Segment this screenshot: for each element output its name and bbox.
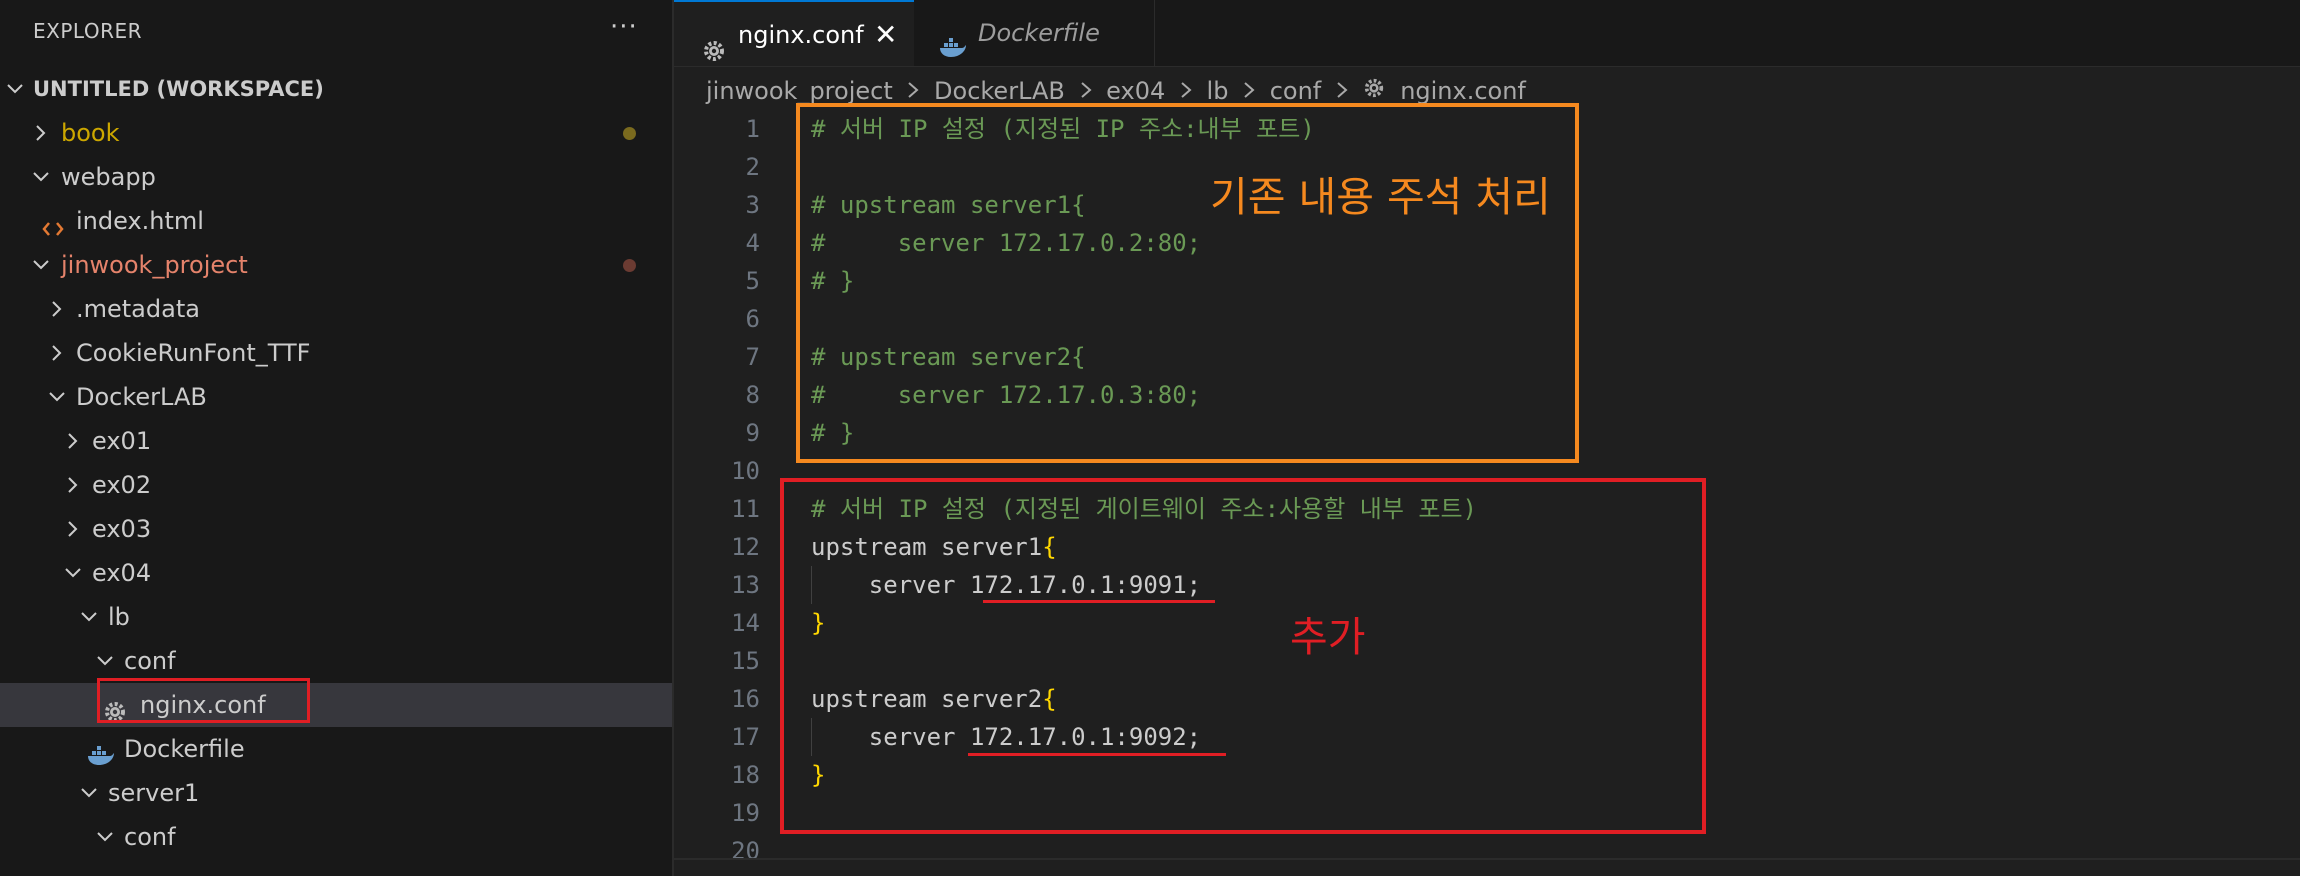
tree-item-label: Dockerfile xyxy=(124,735,245,763)
chevron-right-icon xyxy=(32,111,52,155)
tree-item[interactable]: book xyxy=(0,111,672,155)
line-number: 13 xyxy=(731,571,760,599)
underline-annotation xyxy=(983,600,1215,603)
annotation-added: 추가 xyxy=(1290,613,1366,661)
modified-dot xyxy=(623,259,636,272)
line-number: 10 xyxy=(731,457,760,485)
line-number: 19 xyxy=(731,799,760,827)
tab-label: nginx.conf xyxy=(738,21,864,49)
line-number: 20 xyxy=(731,837,760,865)
tree-item-label: lb xyxy=(108,603,130,631)
selected-file-highlight xyxy=(97,678,310,723)
tree-item-label: webapp xyxy=(61,163,156,191)
tree-item[interactable]: lb xyxy=(0,595,672,639)
docker-icon xyxy=(86,738,114,765)
explorer-sidebar: EXPLORER ··· UNTITLED (WORKSPACE) book we… xyxy=(0,0,674,876)
line-number: 17 xyxy=(731,723,760,751)
line-number: 5 xyxy=(745,267,760,295)
tree-item-label: server1 xyxy=(108,779,200,807)
explorer-title: EXPLORER xyxy=(33,19,142,43)
tree-item-label: jinwook_project xyxy=(61,251,248,279)
line-number: 4 xyxy=(745,229,760,257)
annotation-commented-out: 기존 내용 주석 처리 xyxy=(1210,173,1551,221)
tree-item-label: ex04 xyxy=(92,559,152,587)
chevron-right-icon xyxy=(48,287,68,331)
chevron-right-icon xyxy=(64,419,84,463)
tree-item[interactable]: conf xyxy=(0,815,672,859)
line-number: 11 xyxy=(731,495,760,523)
tree-item[interactable]: DockerLAB xyxy=(0,375,672,419)
tree-item[interactable]: ex04 xyxy=(0,551,672,595)
tree-item[interactable]: ex02 xyxy=(0,463,672,507)
tree-item[interactable]: webapp xyxy=(0,155,672,199)
underline-annotation xyxy=(968,753,1226,756)
tree-item[interactable]: server1 xyxy=(0,771,672,815)
line-number: 1 xyxy=(745,115,760,143)
tree-item-label: conf xyxy=(124,647,176,675)
tree-item-label: book xyxy=(61,119,120,147)
tree-item[interactable]: CookieRunFont_TTF xyxy=(0,331,672,375)
tree-item[interactable]: Dockerfile xyxy=(0,727,672,771)
chevron-down-icon xyxy=(80,771,100,815)
tree-item-label: .metadata xyxy=(76,295,200,323)
tree-item-label: index.html xyxy=(76,207,204,235)
horizontal-scrollbar[interactable] xyxy=(674,858,2300,860)
chevron-down-icon xyxy=(32,243,52,287)
file-tree: UNTITLED (WORKSPACE) book webapp index.htm… xyxy=(0,67,672,859)
chevron-right-icon xyxy=(48,331,68,375)
code-line[interactable]: 20 xyxy=(674,832,2300,870)
tree-item-label: ex01 xyxy=(92,427,152,455)
chevron-right-icon xyxy=(64,463,84,507)
line-number: 3 xyxy=(745,191,760,219)
line-number: 8 xyxy=(745,381,760,409)
line-number: 15 xyxy=(731,647,760,675)
tab-bar: nginx.conf ✕ Dockerfile xyxy=(674,0,2300,67)
chevron-down-icon xyxy=(96,639,116,683)
line-number: 6 xyxy=(745,305,760,333)
added-box xyxy=(780,478,1706,834)
tab-dockerfile[interactable]: Dockerfile xyxy=(914,0,1155,66)
tree-item-label: DockerLAB xyxy=(76,383,207,411)
modified-dot xyxy=(623,127,636,140)
close-icon[interactable]: ✕ xyxy=(874,2,897,68)
workspace-label: UNTITLED (WORKSPACE) xyxy=(33,77,324,101)
tab-nginx-conf[interactable]: nginx.conf ✕ xyxy=(674,0,914,66)
tree-item-label: ex03 xyxy=(92,515,152,543)
tree-item[interactable]: jinwook_project xyxy=(0,243,672,287)
chevron-down-icon xyxy=(64,551,84,595)
tree-item-label: CookieRunFont_TTF xyxy=(76,339,311,367)
tree-item[interactable]: conf xyxy=(0,639,672,683)
explorer-header: EXPLORER ··· xyxy=(0,0,672,64)
tree-item-label: conf xyxy=(124,823,176,851)
chevron-down-icon xyxy=(48,375,68,419)
more-actions-icon[interactable]: ··· xyxy=(610,12,638,42)
line-number: 14 xyxy=(731,609,760,637)
line-number: 12 xyxy=(731,533,760,561)
chevron-right-icon xyxy=(64,507,84,551)
line-number: 18 xyxy=(731,761,760,789)
commented-out-box xyxy=(796,103,1579,463)
chevron-down-icon xyxy=(32,155,52,199)
html-icon xyxy=(41,210,65,236)
chevron-down-icon xyxy=(6,67,26,111)
tree-item[interactable]: index.html xyxy=(0,199,672,243)
chevron-down-icon xyxy=(80,595,100,639)
line-number: 16 xyxy=(731,685,760,713)
tree-item[interactable]: ex03 xyxy=(0,507,672,551)
chevron-down-icon xyxy=(96,815,116,859)
line-number: 7 xyxy=(745,343,760,371)
tree-item[interactable]: .metadata xyxy=(0,287,672,331)
tab-label: Dockerfile xyxy=(978,19,1100,47)
line-number: 9 xyxy=(745,419,760,447)
workspace-root[interactable]: UNTITLED (WORKSPACE) xyxy=(0,67,672,111)
tree-item[interactable]: ex01 xyxy=(0,419,672,463)
line-number: 2 xyxy=(745,153,760,181)
tree-item-label: ex02 xyxy=(92,471,152,499)
